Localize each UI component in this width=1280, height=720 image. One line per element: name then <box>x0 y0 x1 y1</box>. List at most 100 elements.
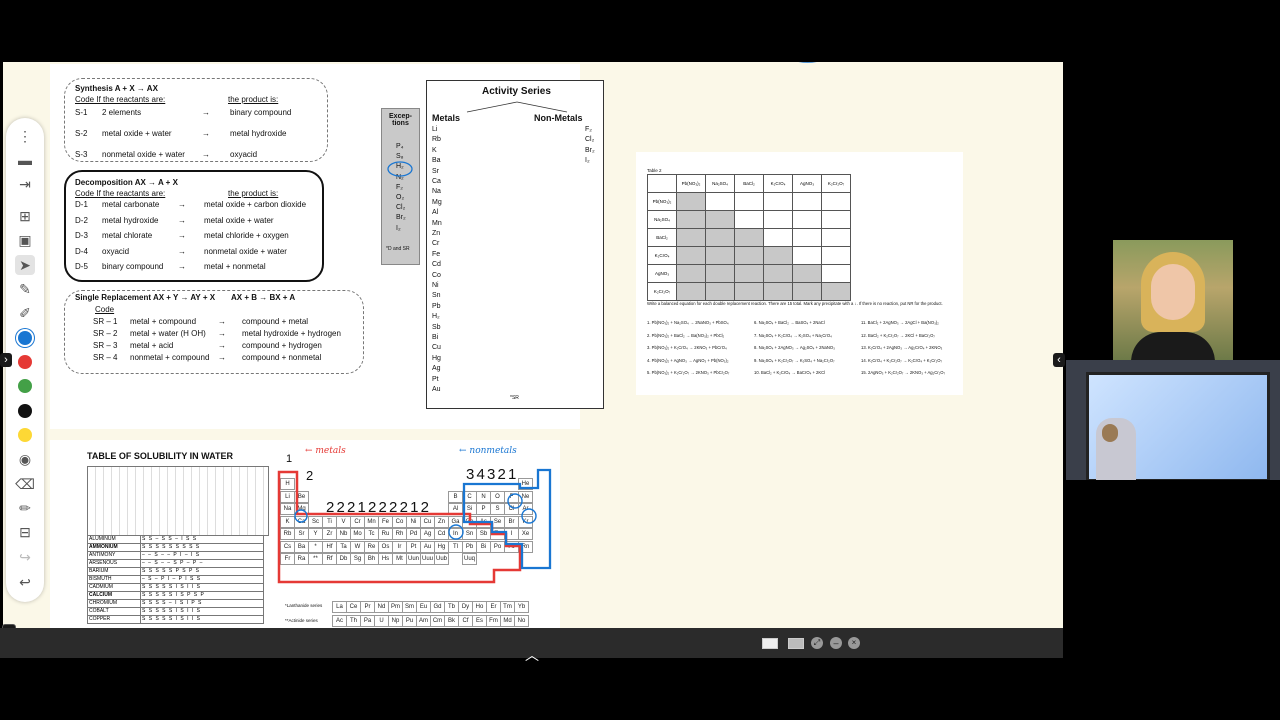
color-yellow[interactable] <box>15 425 35 445</box>
decomposition-code: D-3 <box>75 231 88 240</box>
table2-row-header: BaCl₂ <box>647 228 677 247</box>
split-view-icon[interactable] <box>788 638 804 649</box>
table2-cell[interactable] <box>705 192 735 211</box>
synthesis-title: Synthesis A + X → AX <box>75 84 158 93</box>
save-icon[interactable]: ▬ <box>15 150 35 170</box>
marker-icon[interactable]: ✐ <box>15 303 35 323</box>
exception-item: I₂ <box>396 224 401 232</box>
more-options-icon[interactable]: ⋮ <box>15 126 35 146</box>
equation: 1. Pb(NO₃)₂ + Na₂SO₄ → 2NaNO₃ + PbSO₄ <box>647 320 729 325</box>
undo-icon[interactable]: ↩ <box>15 572 35 592</box>
table2-cell[interactable] <box>763 192 793 211</box>
activity-metal: Fe <box>432 250 441 258</box>
table2-cell[interactable] <box>734 228 764 247</box>
table2-cell[interactable] <box>763 210 793 229</box>
synthesis-product-header: the product is: <box>228 95 279 104</box>
activity-metal: Cd <box>432 261 441 269</box>
table2-cell[interactable] <box>821 246 851 265</box>
activity-nonmetal: Br₂ <box>585 146 595 154</box>
arrow-icon: → <box>218 317 226 326</box>
single-reactant: metal + acid <box>130 341 174 350</box>
whiteboard-canvas[interactable]: Synthesis A + X → AX Code If the reactan… <box>3 62 1063 628</box>
select-area-icon[interactable]: ⊞ <box>15 206 35 226</box>
eraser-icon[interactable]: ⌫ <box>15 474 35 494</box>
synthesis-reactant: metal oxide + water <box>102 129 172 138</box>
table2-cell[interactable] <box>763 282 793 301</box>
table2-grid: Pb(NO₃)₂ Na₂SO₄ BaCl₂ K₂CrO₄ AgNO₃ K₂Cr₂O₇ Pb(… <box>647 174 851 301</box>
table2-cell[interactable] <box>734 282 764 301</box>
table2-cell[interactable] <box>676 228 706 247</box>
synthesis-code: S-1 <box>75 108 88 117</box>
pointer-icon[interactable]: ➤ <box>15 255 35 275</box>
table2-cell[interactable] <box>821 264 851 283</box>
image-icon[interactable]: ▣ <box>15 230 35 250</box>
page-view-icon[interactable] <box>762 638 778 649</box>
activity-metal: Co <box>432 271 441 279</box>
arrow-icon: → <box>178 231 186 240</box>
activity-title: Activity Series <box>482 86 551 97</box>
single-product: metal hydroxide + hydrogen <box>242 329 341 338</box>
single-replacement-title2: AX + B → BX + A <box>231 293 296 302</box>
color-green[interactable] <box>15 376 35 396</box>
table2-cell[interactable] <box>734 264 764 283</box>
table2-cell[interactable] <box>821 210 851 229</box>
table2-row-header: Pb(NO₃)₂ <box>647 192 677 211</box>
right-collapse-arrow-icon[interactable]: ‹ <box>1053 353 1065 367</box>
decomposition-product: metal oxide + water <box>204 215 274 225</box>
table2-cell[interactable] <box>792 282 822 301</box>
text-edit-icon[interactable]: ✏ <box>15 498 35 518</box>
lock-icon[interactable]: ⊟ <box>15 522 35 542</box>
table2-cell[interactable] <box>821 192 851 211</box>
table2-cell[interactable] <box>676 192 706 211</box>
table2-cell[interactable] <box>734 192 764 211</box>
table2-cell[interactable] <box>676 282 706 301</box>
table2-cell[interactable] <box>763 228 793 247</box>
color-blue[interactable] <box>15 328 35 348</box>
table2-cell[interactable] <box>763 246 793 265</box>
decomposition-code: D-5 <box>75 262 88 271</box>
table2-cell[interactable] <box>705 246 735 265</box>
color-black[interactable] <box>15 401 35 421</box>
table2-cell[interactable] <box>821 282 851 301</box>
table2-cell[interactable] <box>792 210 822 229</box>
minimize-icon[interactable]: – <box>830 637 842 649</box>
chevron-up-icon[interactable]: ︿ <box>525 645 539 665</box>
color-red[interactable] <box>15 352 35 372</box>
align-icon[interactable]: ⇥ <box>15 174 35 194</box>
table2-cell[interactable] <box>763 264 793 283</box>
arrow-icon: → <box>218 329 226 338</box>
table2-cell[interactable] <box>676 264 706 283</box>
activity-metal: Cu <box>432 344 441 352</box>
palette-icon[interactable]: ◉ <box>15 449 35 469</box>
table2-cell[interactable] <box>734 246 764 265</box>
close-icon[interactable]: × <box>848 637 860 649</box>
table2-cell[interactable] <box>792 264 822 283</box>
table2-cell[interactable] <box>792 228 822 247</box>
pen-icon[interactable]: ✎ <box>15 279 35 299</box>
table2-cell[interactable] <box>705 210 735 229</box>
redo-icon[interactable]: ↪ <box>15 547 35 567</box>
table2-cell[interactable] <box>705 228 735 247</box>
table2-col-header: BaCl₂ <box>734 174 764 193</box>
table2-cell[interactable] <box>792 192 822 211</box>
synthesis-reactant: nonmetal oxide + water <box>102 150 185 159</box>
table2-cell[interactable] <box>676 210 706 229</box>
classroom-webcam <box>1066 360 1280 480</box>
left-collapse-arrow-icon[interactable]: › <box>0 353 12 367</box>
table2-cell[interactable] <box>676 246 706 265</box>
table2-cell[interactable] <box>705 264 735 283</box>
equation: 9. Na₂SO₄ + K₂Cr₂O₇ → K₂SO₄ + Na₂Cr₂O₇ <box>754 357 835 363</box>
table2-cell[interactable] <box>734 210 764 229</box>
table2-cell[interactable] <box>792 246 822 265</box>
table2-cell[interactable] <box>821 228 851 247</box>
decomposition-reactant: metal chlorate <box>102 231 153 240</box>
equation: 11. BaCl₂ + 2AgNO₃ → 2AgCl + Ba(NO₃)₂ <box>861 320 939 325</box>
metals-outline-annotation <box>277 468 552 584</box>
single-code: SR – 1 <box>93 317 118 326</box>
exceptions-panel: Excep-tions P₄ S₈ H₂ N₂ F₂ O₂ Cl₂ Br₂ I₂ *D and … <box>381 108 420 265</box>
table2-cell[interactable] <box>705 282 735 301</box>
fullscreen-icon[interactable]: ⤢ <box>811 637 823 649</box>
equation: 10. BaCl₂ + K₂CrO₄ → BaCrO₄ + 2KCl <box>754 370 826 375</box>
table2-col-header: Pb(NO₃)₂ <box>676 174 706 193</box>
arrow-icon: → <box>202 150 210 159</box>
